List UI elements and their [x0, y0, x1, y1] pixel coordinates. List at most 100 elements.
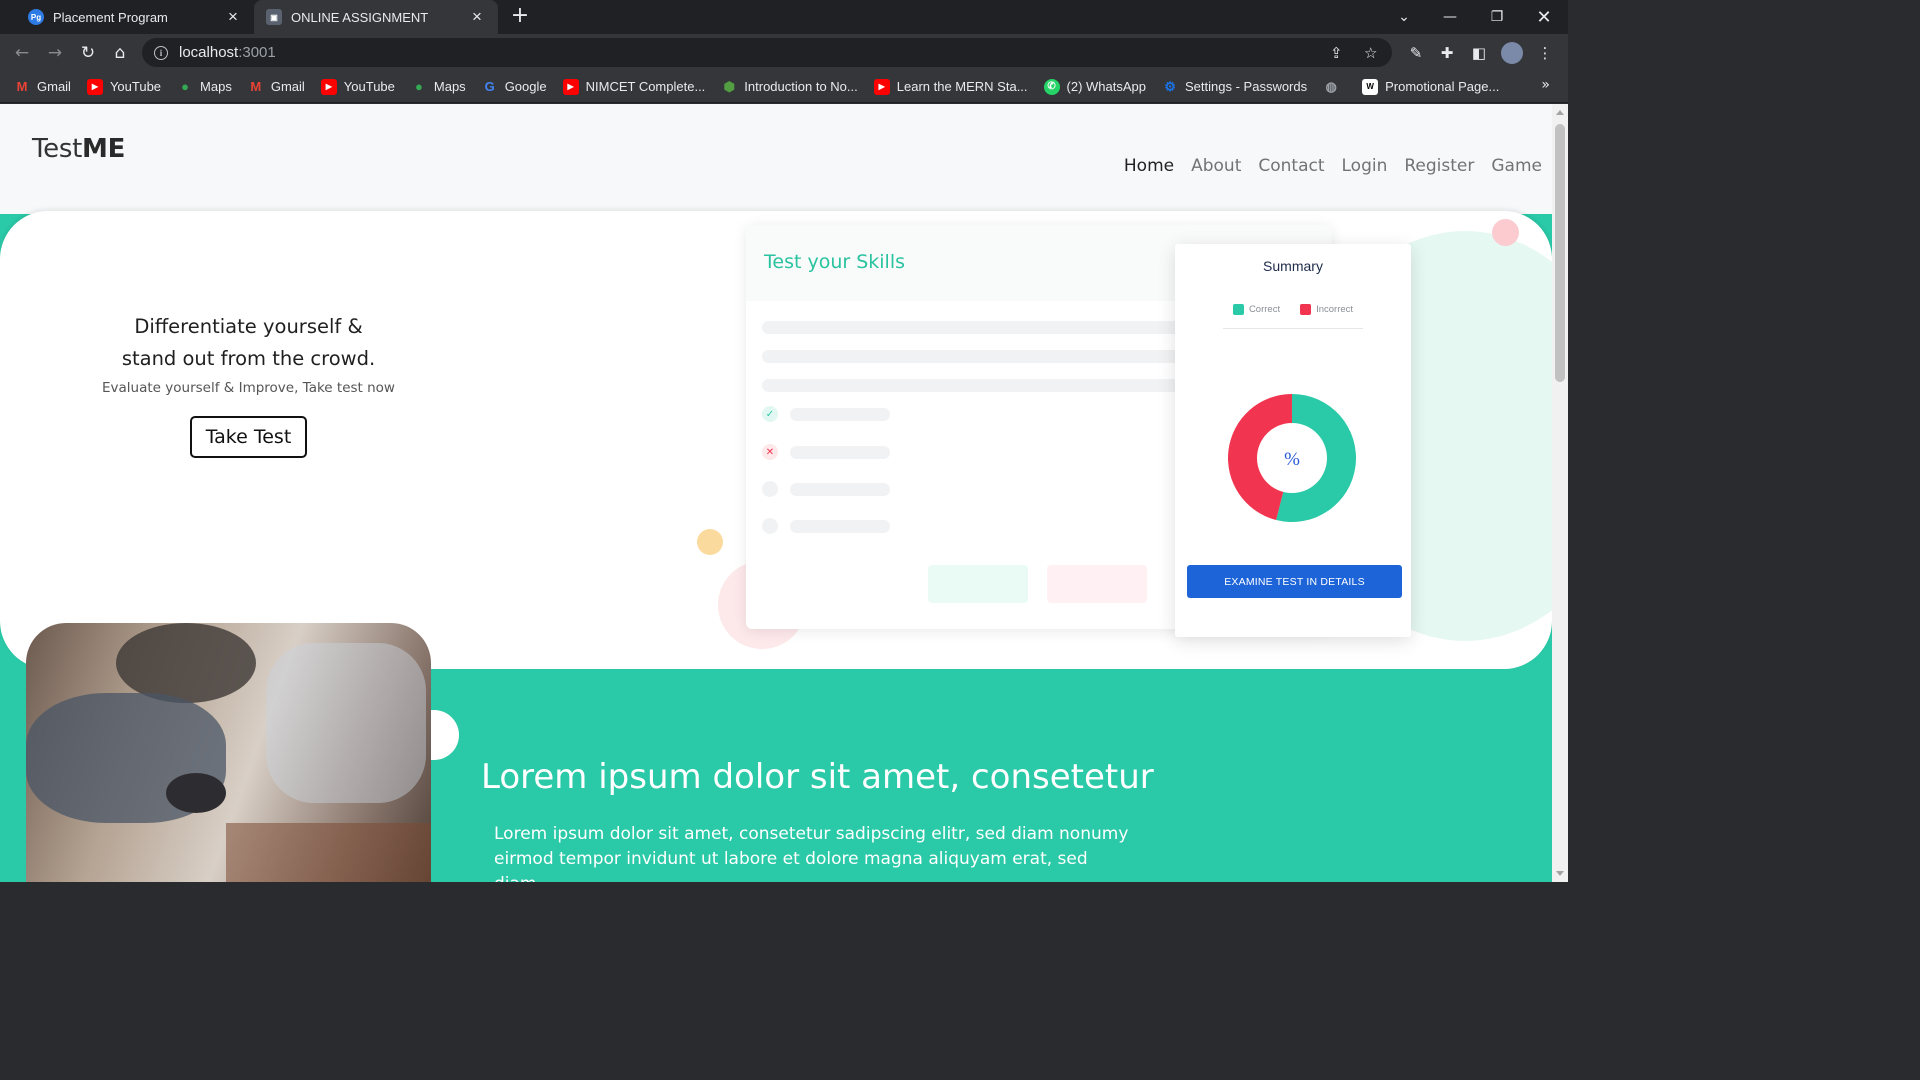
hero-title: Differentiate yourself & stand out from … [80, 311, 417, 375]
site-logo[interactable]: TestME [32, 134, 125, 164]
whatsapp-icon: ✆ [1043, 78, 1060, 95]
nodejs-icon: ⬢ [723, 78, 735, 94]
decorative-dot [697, 529, 723, 555]
url-host: localhost [179, 44, 239, 61]
new-tab-icon[interactable]: + [509, 5, 531, 27]
minimize-icon[interactable]: — [1427, 0, 1473, 34]
bookmark-label: (2) WhatsApp [1066, 79, 1147, 94]
more-bookmarks-icon[interactable]: » [1541, 77, 1550, 93]
scroll-down-icon[interactable] [1556, 871, 1564, 876]
bookmark-item[interactable]: ⚙ Settings - Passwords [1162, 79, 1307, 95]
hero-copy: Differentiate yourself & stand out from … [80, 311, 417, 458]
chart-legend: Correct Incorrect [1223, 304, 1363, 329]
cross-icon: ✕ [762, 444, 778, 460]
bookmark-item[interactable]: M Gmail [14, 79, 71, 95]
globe-icon: ◍ [1325, 78, 1337, 94]
hero-title-line: stand out from the crowd. [121, 347, 376, 370]
bookmark-label: Gmail [270, 79, 305, 94]
nav-about[interactable]: About [1191, 156, 1241, 176]
bookmark-label: Learn the MERN Sta... [896, 79, 1028, 94]
placement-favicon-icon: Pg [28, 9, 44, 25]
close-icon[interactable]: × [224, 7, 242, 27]
bookmarks-bar: M Gmail ▶ YouTube ● Maps M Gmail ▶ YouTube ● Maps G G… [0, 71, 1568, 103]
pen-icon[interactable]: ✎ [1405, 42, 1427, 64]
bookmark-item[interactable]: ✆ (2) WhatsApp [1043, 78, 1147, 95]
skeleton-line [762, 321, 1192, 334]
donut-chart: % [1228, 394, 1356, 522]
hero-title-line: Differentiate yourself & [134, 315, 363, 338]
tab-title: Placement Program [53, 9, 168, 25]
bookmark-label: Google [504, 79, 547, 94]
scrollbar-thumb[interactable] [1555, 124, 1565, 382]
summary-card: Summary Correct Incorrect % EXAMINE TEST… [1175, 244, 1411, 637]
tab-online-assignment[interactable]: ▣ ONLINE ASSIGNMENT × [254, 0, 498, 34]
nav-home[interactable]: Home [1124, 156, 1174, 176]
bookmark-item[interactable]: G Google [482, 79, 547, 95]
bookmark-label: Maps [200, 79, 232, 94]
skeleton-option [790, 408, 890, 421]
gmail-icon: M [16, 79, 28, 94]
home-icon[interactable]: ⌂ [109, 42, 131, 64]
empty-option-icon [762, 481, 778, 497]
logo-text: Test [32, 134, 83, 164]
skeleton-option [790, 520, 890, 533]
skeleton-button [1047, 565, 1147, 603]
bookmark-item[interactable]: ◍ [1323, 79, 1346, 95]
main-nav: Home About Contact Login Register Game [1107, 156, 1542, 176]
bookmark-item[interactable]: M Gmail [248, 79, 305, 95]
reload-icon[interactable]: ↻ [77, 42, 99, 64]
wix-icon: W [1362, 78, 1379, 95]
bookmark-item[interactable]: W Promotional Page... [1362, 78, 1499, 95]
bookmark-label: Introduction to No... [744, 79, 858, 94]
nav-register[interactable]: Register [1404, 156, 1474, 176]
photo-shape [116, 623, 256, 703]
page-scrollbar[interactable] [1552, 104, 1568, 882]
forward-icon[interactable]: → [44, 42, 66, 64]
page-viewport: TestME Home About Contact Login Register… [0, 104, 1552, 882]
address-bar[interactable]: i localhost:3001 ⇪ ☆ [142, 38, 1392, 67]
logo-text-bold: ME [82, 134, 126, 164]
check-icon: ✓ [762, 406, 778, 422]
bookmark-item[interactable]: ▶ YouTube [320, 78, 395, 95]
youtube-icon: ▶ [562, 78, 579, 95]
url-port: :3001 [238, 44, 276, 61]
bookmark-star-icon[interactable]: ☆ [1364, 44, 1377, 62]
skeleton-option [790, 446, 890, 459]
bookmark-item[interactable]: ▶ YouTube [86, 78, 161, 95]
google-icon: G [484, 79, 495, 94]
profile-avatar[interactable] [1501, 42, 1523, 64]
legend-item-correct: Correct [1232, 304, 1280, 328]
photo-shape [166, 773, 226, 813]
site-info-icon[interactable]: i [154, 45, 168, 60]
examine-test-button[interactable]: EXAMINE TEST IN DETAILS [1187, 565, 1402, 598]
bookmark-item[interactable]: ● Maps [177, 79, 232, 95]
decorative-dot [1492, 219, 1519, 246]
scroll-up-icon[interactable] [1556, 110, 1564, 115]
nav-contact[interactable]: Contact [1258, 156, 1324, 176]
skeleton-option [790, 483, 890, 496]
maps-icon: ● [181, 79, 189, 94]
close-icon[interactable]: × [468, 7, 486, 27]
back-icon[interactable]: ← [11, 42, 33, 64]
section-heading: Lorem ipsum dolor sit amet, consetetur [481, 757, 1154, 797]
tab-placement-program[interactable]: Pg Placement Program × [8, 0, 254, 34]
bookmark-item[interactable]: ▶ NIMCET Complete... [562, 78, 705, 95]
share-icon[interactable]: ⇪ [1330, 44, 1343, 62]
skeleton-line [762, 350, 1192, 363]
legend-label: Incorrect [1316, 304, 1354, 315]
side-panel-icon[interactable]: ◧ [1468, 42, 1490, 64]
bookmark-item[interactable]: ● Maps [411, 79, 466, 95]
nav-game[interactable]: Game [1491, 156, 1542, 176]
window-close-icon[interactable]: ✕ [1521, 0, 1567, 34]
bookmark-label: Gmail [37, 79, 71, 94]
restore-icon[interactable]: ❐ [1474, 0, 1520, 34]
nav-login[interactable]: Login [1342, 156, 1388, 176]
bookmark-item[interactable]: ⬢ Introduction to No... [721, 78, 858, 95]
menu-icon[interactable]: ⋮ [1534, 42, 1556, 64]
take-test-button[interactable]: Take Test [189, 416, 308, 458]
extensions-icon[interactable]: ✚ [1436, 42, 1458, 64]
skeleton-button [928, 565, 1028, 603]
tab-search-icon[interactable]: ⌄ [1381, 0, 1427, 34]
bookmark-item[interactable]: ▶ Learn the MERN Sta... [873, 78, 1028, 95]
photo-shape [226, 823, 431, 882]
